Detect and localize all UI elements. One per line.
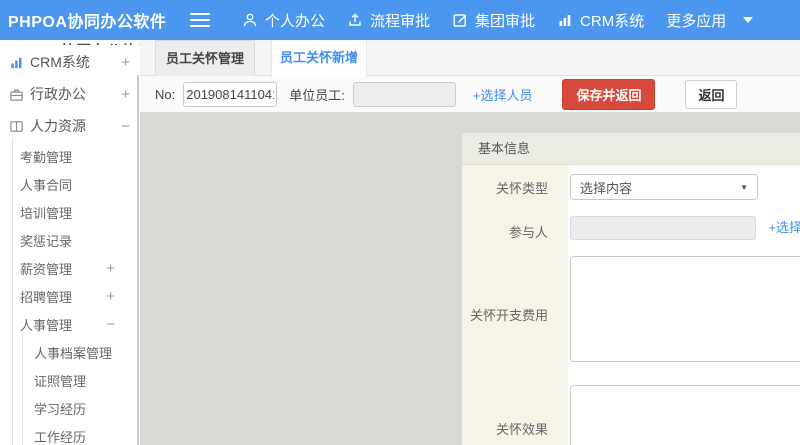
- sidebar-item-hr-contract[interactable]: 人事合同: [0, 170, 140, 198]
- bar-chart-icon: [8, 54, 24, 70]
- sidebar-item-work-history[interactable]: 工作经历: [0, 422, 140, 445]
- sidebar-item-rewards[interactable]: 奖惩记录: [0, 226, 140, 254]
- sidebar-item-hr[interactable]: 人力资源 −: [0, 110, 140, 142]
- sidebar-scrollbar-thumb[interactable]: [137, 75, 139, 445]
- care-type-label: 关怀类型: [462, 165, 568, 210]
- sidebar-item-crm[interactable]: CRM系统 +: [0, 46, 140, 78]
- sidebar-item-label: 人力资源: [30, 118, 86, 134]
- sidebar-menu: CRM系统 + 行政办公 + 人力资源 − 考勤管理 人事合同 培训管理 奖惩记…: [0, 40, 140, 445]
- sidebar-item-label: 奖惩记录: [20, 233, 73, 249]
- no-input[interactable]: [183, 81, 278, 107]
- sidebar-item-label: 证照管理: [34, 373, 87, 389]
- return-button[interactable]: 返回: [685, 79, 738, 109]
- participants-label: 参与人: [462, 210, 568, 252]
- expand-icon[interactable]: +: [121, 87, 130, 102]
- sidebar-item-label: 招聘管理: [20, 289, 73, 305]
- sidebar-item-label: 培训管理: [20, 205, 73, 221]
- nav-personal-office[interactable]: 个人办公: [242, 10, 325, 31]
- sidebar-item-label: 人事档案管理: [34, 345, 113, 361]
- top-nav: 个人办公 流程审批 集团审批 CRM系统 更多应用: [242, 10, 754, 31]
- caret-down-icon: ▼: [740, 182, 748, 192]
- care-type-row: 关怀类型 选择内容 ▼: [462, 165, 800, 210]
- care-expense-textarea[interactable]: [570, 256, 800, 362]
- care-expense-label: 关怀开支费用: [462, 252, 568, 377]
- save-and-return-button[interactable]: 保存并返回: [562, 78, 656, 110]
- nav-group-approval[interactable]: 集团审批: [452, 10, 535, 31]
- user-icon: [242, 12, 258, 28]
- care-expense-row: 关怀开支费用: [462, 252, 800, 377]
- nav-flow-approval[interactable]: 流程审批: [347, 10, 430, 31]
- sidebar-item-label: 学习经历: [34, 401, 87, 417]
- sidebar-item-recruitment[interactable]: 招聘管理 +: [0, 282, 140, 310]
- sidebar-item-label: 薪资管理: [20, 261, 73, 277]
- collapse-icon[interactable]: −: [106, 317, 115, 332]
- care-effect-label: 关怀效果: [462, 377, 568, 445]
- expand-icon[interactable]: +: [121, 55, 130, 70]
- app-title: PHPOA协同办公软件: [8, 14, 167, 31]
- tab-employee-care-manage[interactable]: 员工关怀管理: [155, 40, 256, 76]
- basic-info-panel: 基本信息 关怀类型 选择内容 ▼ 参与人 +选择人员 关怀开支费用: [462, 133, 800, 445]
- sidebar-item-label: 工作经历: [34, 429, 87, 445]
- hamburger-menu-icon[interactable]: [190, 13, 210, 27]
- sidebar-item-label: CRM系统: [30, 54, 90, 70]
- briefcase-icon: [8, 86, 24, 102]
- tab-employee-care-add[interactable]: 员工关怀新增: [271, 40, 368, 77]
- caret-down-icon: [743, 17, 754, 23]
- unit-employee-input[interactable]: [352, 81, 456, 107]
- sidebar-item-training[interactable]: 培训管理: [0, 198, 140, 226]
- care-effect-row: 关怀效果: [462, 377, 800, 445]
- sidebar-item-attendance[interactable]: 考勤管理: [0, 142, 140, 170]
- sidebar-item-personnel[interactable]: 人事管理 −: [0, 310, 140, 338]
- no-label: No:: [155, 86, 176, 102]
- participants-row: 参与人 +选择人员: [462, 210, 800, 252]
- select-person-link[interactable]: +选择人员: [768, 220, 800, 235]
- expand-icon[interactable]: +: [106, 289, 115, 304]
- sidebar-item-personnel-files[interactable]: 人事档案管理: [0, 338, 140, 366]
- upload-flow-icon: [347, 12, 363, 28]
- sidebar-item-certificates[interactable]: 证照管理: [0, 366, 140, 394]
- tab-bar: 员工关怀管理 员工关怀新增: [140, 40, 800, 77]
- care-type-select[interactable]: 选择内容 ▼: [570, 174, 758, 200]
- edit-icon: [452, 12, 468, 28]
- nav-label: 个人办公: [265, 12, 326, 30]
- expand-icon[interactable]: +: [106, 261, 115, 276]
- sidebar-item-admin-office[interactable]: 行政办公 +: [0, 78, 140, 110]
- unit-employee-label: 单位员工:: [289, 87, 345, 103]
- participants-input[interactable]: [570, 216, 756, 240]
- toolbar: No: 单位员工: +选择人员 保存并返回 返回: [140, 76, 800, 113]
- sidebar-item-education-history[interactable]: 学习经历: [0, 394, 140, 422]
- sidebar-item-label: 行政办公: [30, 86, 86, 102]
- select-person-link[interactable]: +选择人员: [473, 85, 533, 104]
- care-effect-textarea[interactable]: [570, 385, 800, 445]
- book-icon: [8, 118, 24, 134]
- content-area: 基本信息 关怀类型 选择内容 ▼ 参与人 +选择人员 关怀开支费用: [140, 113, 800, 445]
- panel-title: 基本信息: [462, 133, 800, 165]
- sidebar-item-label: 人事管理: [20, 317, 73, 333]
- bar-chart-icon: [557, 12, 573, 28]
- main-area: 员工关怀管理 员工关怀新增 No: 单位员工: +选择人员 保存并返回 返回 基…: [140, 40, 800, 445]
- select-value: 选择内容: [580, 180, 633, 196]
- nav-label: 流程审批: [370, 12, 431, 30]
- collapse-icon[interactable]: −: [121, 119, 130, 134]
- sidebar-item-salary[interactable]: 薪资管理 +: [0, 254, 140, 282]
- nav-label: 集团审批: [475, 12, 536, 30]
- top-navbar: PHPOA协同办公软件 个人办公 流程审批 集团审批 CRM系统 更多应用: [0, 0, 800, 40]
- nav-more-apps[interactable]: 更多应用: [666, 10, 754, 31]
- sidebar-item-label: 人事合同: [20, 177, 73, 193]
- nav-crm-system[interactable]: CRM系统: [557, 10, 644, 31]
- nav-label: CRM系统: [580, 12, 645, 30]
- sidebar: PHPOA协同办公软件 CRM系统 + 行政办公 + 人力资源 − 考勤管理 人…: [0, 40, 140, 445]
- sidebar-item-label: 考勤管理: [20, 149, 73, 165]
- nav-label: 更多应用: [666, 12, 727, 30]
